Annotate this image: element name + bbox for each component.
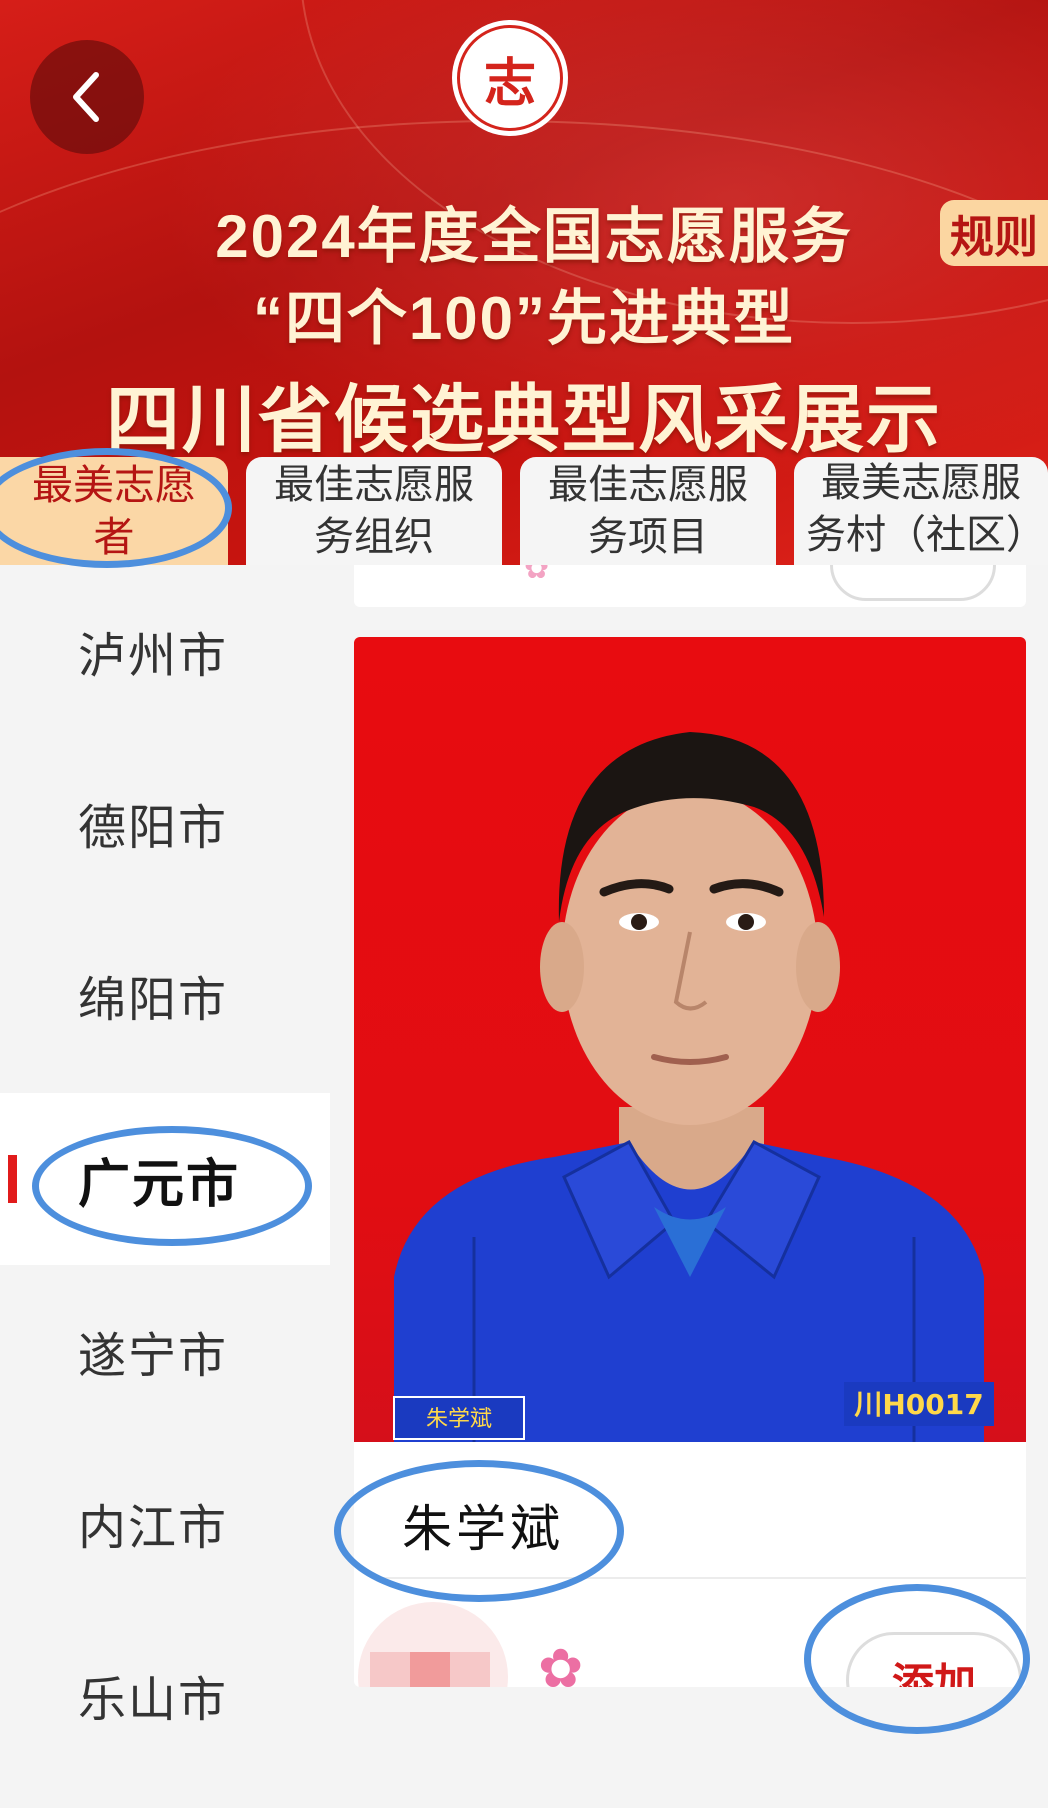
- sidebar-item-label: 遂宁市: [78, 1330, 229, 1383]
- sidebar-item-label: 乐山市: [78, 1674, 229, 1727]
- add-button[interactable]: 添加: [846, 1632, 1022, 1687]
- tab-best-community[interactable]: 最美志愿服务村（社区）: [794, 457, 1048, 565]
- candidate-name: 朱学斌: [402, 1501, 564, 1557]
- sidebar-item-deyang[interactable]: 德阳市: [0, 737, 330, 909]
- sidebar-item-suining[interactable]: 遂宁市: [0, 1265, 330, 1437]
- sidebar-item-leshan[interactable]: 乐山市: [0, 1609, 330, 1781]
- flower-icon: ✿: [524, 565, 550, 585]
- sidebar-item-guangyuan[interactable]: 广元市: [0, 1093, 330, 1265]
- blurred-avatar: [358, 1602, 508, 1687]
- sidebar-item-label: 内江市: [78, 1502, 229, 1555]
- sidebar-item-mianyang[interactable]: 绵阳市: [0, 909, 330, 1081]
- tab-best-volunteer[interactable]: 最美志愿者: [0, 457, 228, 565]
- logo-character: 志: [483, 52, 536, 114]
- china-volunteer-logo: 志: [452, 20, 568, 136]
- banner-title-line1: 2024年度全国志愿服务: [215, 203, 853, 270]
- category-tabs: 最美志愿者 最佳志愿服务组织 最佳志愿服务项目 最美志愿服务村（社区）: [0, 457, 1048, 565]
- previous-add-button[interactable]: [830, 565, 996, 601]
- previous-card-bottom: ✿: [354, 565, 1026, 607]
- tab-best-project[interactable]: 最佳志愿服务项目: [520, 457, 776, 565]
- back-button[interactable]: [30, 40, 144, 154]
- sidebar-item-label: 德阳市: [78, 802, 229, 855]
- tab-best-organization[interactable]: 最佳志愿服务组织: [246, 457, 502, 565]
- sidebar-item-neijiang[interactable]: 内江市: [0, 1437, 330, 1609]
- candidate-card[interactable]: 朱学斌 川H0017 朱学斌 ✿ 添加: [354, 637, 1026, 1687]
- card-divider: [382, 1577, 1026, 1579]
- banner-title-line3: 四川省候选典型风采展示: [106, 378, 942, 461]
- chevron-left-icon: [73, 72, 99, 122]
- sidebar-item-label: 绵阳市: [78, 974, 229, 1027]
- uniform-name-tag: 朱学斌: [426, 1407, 492, 1432]
- banner-title-line2: “四个100”先进典型: [252, 285, 796, 352]
- candidate-photo: 朱学斌 川H0017: [354, 637, 1026, 1442]
- flower-icon: ✿: [538, 1639, 584, 1687]
- candidate-list: ✿ 朱学斌 川H0017 朱学斌 ✿ 添加: [330, 565, 1048, 1808]
- uniform-badge: 川H0017: [854, 1388, 983, 1421]
- active-indicator: [8, 1155, 17, 1203]
- sidebar-item-luzhou[interactable]: 泸州市: [0, 565, 330, 737]
- portrait-illustration: 朱学斌 川H0017: [393, 732, 994, 1442]
- city-sidebar: 泸州市 德阳市 绵阳市 广元市 遂宁市 内江市 乐山市: [0, 565, 330, 1808]
- sidebar-item-label: 广元市: [78, 1155, 241, 1214]
- sidebar-item-label: 泸州市: [78, 630, 229, 683]
